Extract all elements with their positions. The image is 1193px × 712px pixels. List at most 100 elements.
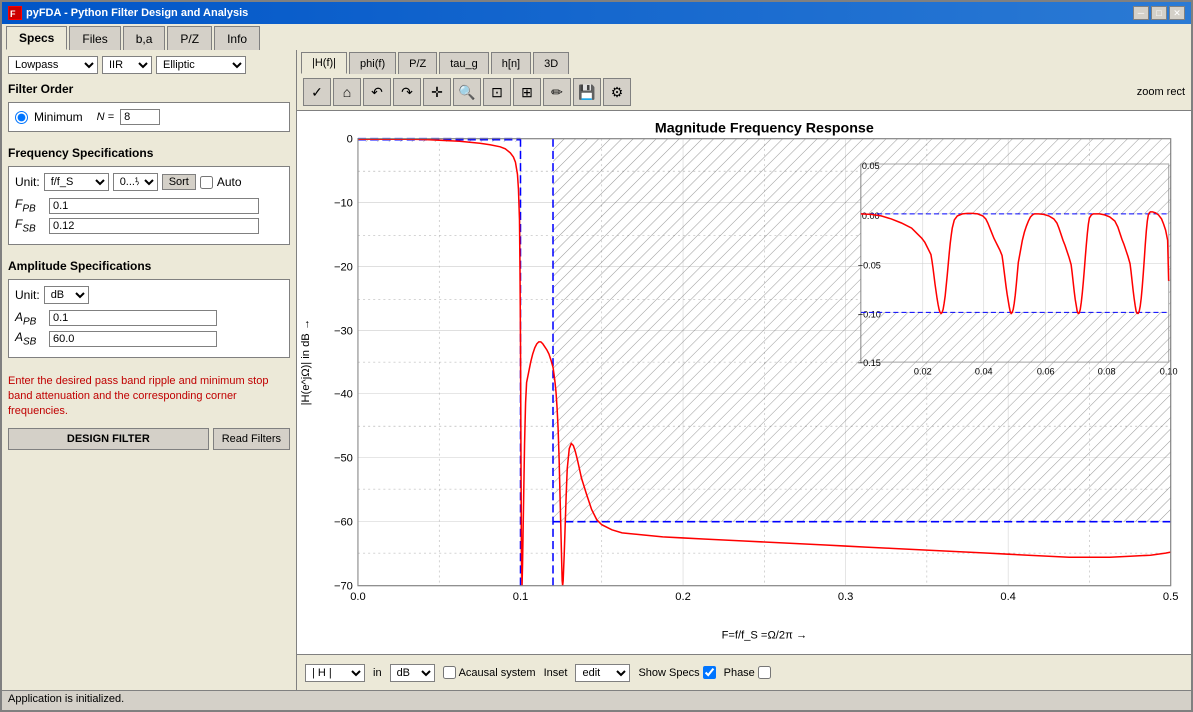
show-specs-checkbox[interactable]	[703, 666, 716, 679]
apb-label: APB	[15, 310, 45, 327]
svg-text:0.2: 0.2	[675, 591, 691, 603]
svg-text:F: F	[10, 9, 16, 19]
filter-order-row: Minimum N =	[15, 109, 283, 125]
show-specs-label: Show Specs	[638, 667, 699, 679]
redo-button[interactable]: ↷	[393, 78, 421, 106]
magnitude-plot: Magnitude Frequency Response |H(e^jΩ)| i…	[297, 111, 1191, 654]
pan-button[interactable]: ✛	[423, 78, 451, 106]
filter-order-section: Minimum N =	[8, 102, 290, 132]
svg-text:−10: −10	[334, 198, 353, 210]
fpb-row: FPB	[15, 197, 283, 214]
svg-text:0.02: 0.02	[914, 366, 932, 376]
phase-label: Phase	[724, 667, 755, 679]
svg-text:0.08: 0.08	[1098, 366, 1116, 376]
right-panel: |H(f)| phi(f) P/Z tau_g h[n] 3D ✓ ⌂ ↶ ↷ …	[297, 50, 1191, 690]
fsb-label: FSB	[15, 217, 45, 234]
plot-tab-3d[interactable]: 3D	[533, 52, 569, 74]
plot-tab-tau[interactable]: tau_g	[439, 52, 489, 74]
fpb-input[interactable]	[49, 198, 259, 214]
content-area: Lowpass Highpass Bandpass Bandstop IIR F…	[2, 50, 1191, 690]
acausal-label: Acausal system	[459, 667, 536, 679]
bottom-bar: | H | H in dB lin Acausal system Inset e…	[297, 654, 1191, 690]
acausal-label-container: Acausal system	[443, 666, 536, 679]
zoom-out-button[interactable]: ⊡	[483, 78, 511, 106]
window-title: pyFDA - Python Filter Design and Analysi…	[26, 7, 248, 19]
plot-title: Magnitude Frequency Response	[655, 121, 874, 137]
freq-unit-row: Unit: f/f_S Hz 0...½ 0...1 Sort Auto	[15, 173, 283, 191]
close-button[interactable]: ✕	[1169, 6, 1185, 20]
tab-info[interactable]: Info	[214, 26, 260, 50]
n-label: N =	[97, 111, 114, 123]
y-axis-label: |H(e^jΩ)| in dB →	[300, 319, 312, 405]
asb-row: ASB	[15, 330, 283, 347]
phase-container: Phase	[724, 666, 771, 679]
svg-text:−50: −50	[334, 453, 353, 465]
inset-select[interactable]: edit off	[575, 664, 630, 682]
amp-unit-label: Unit:	[15, 288, 40, 302]
plot-tab-pz[interactable]: P/Z	[398, 52, 437, 74]
svg-text:0.06: 0.06	[1037, 366, 1055, 376]
grid-button[interactable]: ⊞	[513, 78, 541, 106]
read-filters-button[interactable]: Read Filters	[213, 428, 290, 450]
home-button[interactable]: ⌂	[333, 78, 361, 106]
tab-pz[interactable]: P/Z	[167, 26, 212, 50]
undo-button[interactable]: ↶	[363, 78, 391, 106]
iir-select[interactable]: IIR FIR	[102, 56, 152, 74]
amp-unit-select[interactable]: dB lin	[44, 286, 89, 304]
filter-type-select[interactable]: Lowpass Highpass Bandpass Bandstop	[8, 56, 98, 74]
auto-checkbox[interactable]	[200, 176, 213, 189]
svg-text:0.3: 0.3	[838, 591, 854, 603]
svg-text:−60: −60	[334, 517, 353, 529]
minimum-radio[interactable]	[15, 111, 28, 124]
info-text: Enter the desired pass band ripple and m…	[8, 374, 290, 420]
x-axis-label: F=f/f_S =Ω/2π →	[722, 630, 808, 642]
apb-input[interactable]	[49, 310, 217, 326]
acausal-checkbox[interactable]	[443, 666, 456, 679]
in-label: in	[373, 667, 382, 679]
inset-hatch-upper	[861, 164, 1169, 214]
phase-checkbox[interactable]	[758, 666, 771, 679]
plot-toolbar: ✓ ⌂ ↶ ↷ ✛ 🔍 ⊡ ⊞ ✏ 💾 ⚙ zoom rect	[297, 74, 1191, 111]
order-value-input[interactable]	[120, 109, 160, 125]
tab-ba[interactable]: b,a	[123, 26, 166, 50]
fsb-input[interactable]	[49, 218, 259, 234]
left-panel: Lowpass Highpass Bandpass Bandstop IIR F…	[2, 50, 297, 690]
sort-button[interactable]: Sort	[162, 174, 196, 190]
svg-text:0.0: 0.0	[350, 591, 366, 603]
freq-unit-select[interactable]: f/f_S Hz	[44, 173, 109, 191]
tab-specs[interactable]: Specs	[6, 26, 67, 50]
plot-tab-hn[interactable]: h[n]	[491, 52, 531, 74]
main-tabs: Specs Files b,a P/Z Info	[2, 24, 1191, 50]
h-select[interactable]: | H | H	[305, 664, 365, 682]
titlebar-left: F pyFDA - Python Filter Design and Analy…	[8, 6, 248, 20]
amp-unit-row: Unit: dB lin	[15, 286, 283, 304]
design-filter-button[interactable]: DESIGN FILTER	[8, 428, 209, 450]
freq-specs-section: Unit: f/f_S Hz 0...½ 0...1 Sort Auto FPB	[8, 166, 290, 245]
asb-input[interactable]	[49, 331, 217, 347]
show-specs-container: Show Specs	[638, 666, 715, 679]
filter-selects: Lowpass Highpass Bandpass Bandstop IIR F…	[8, 56, 290, 74]
minimize-button[interactable]: ─	[1133, 6, 1149, 20]
design-method-select[interactable]: Elliptic Butterworth Chebyshev 1 Chebysh…	[156, 56, 246, 74]
svg-text:0.10: 0.10	[1160, 366, 1178, 376]
check-button[interactable]: ✓	[303, 78, 331, 106]
maximize-button[interactable]: □	[1151, 6, 1167, 20]
titlebar-controls: ─ □ ✕	[1133, 6, 1185, 20]
filter-order-header: Filter Order	[8, 82, 290, 96]
save-button[interactable]: 💾	[573, 78, 601, 106]
plot-tab-hf[interactable]: |H(f)|	[301, 52, 347, 74]
settings-button[interactable]: ⚙	[603, 78, 631, 106]
db-select[interactable]: dB lin	[390, 664, 435, 682]
amp-specs-header: Amplitude Specifications	[8, 259, 290, 273]
tab-files[interactable]: Files	[69, 26, 120, 50]
plot-area: Magnitude Frequency Response |H(e^jΩ)| i…	[297, 111, 1191, 654]
svg-text:−20: −20	[334, 262, 353, 274]
svg-text:0.4: 0.4	[1000, 591, 1016, 603]
edit-button[interactable]: ✏	[543, 78, 571, 106]
action-buttons: DESIGN FILTER Read Filters	[8, 428, 290, 450]
plot-tab-phi[interactable]: phi(f)	[349, 52, 396, 74]
status-text: Application is initialized.	[8, 693, 124, 705]
zoom-button[interactable]: 🔍	[453, 78, 481, 106]
zoom-mode-text: zoom rect	[1137, 86, 1185, 98]
freq-range-select[interactable]: 0...½ 0...1	[113, 173, 158, 191]
